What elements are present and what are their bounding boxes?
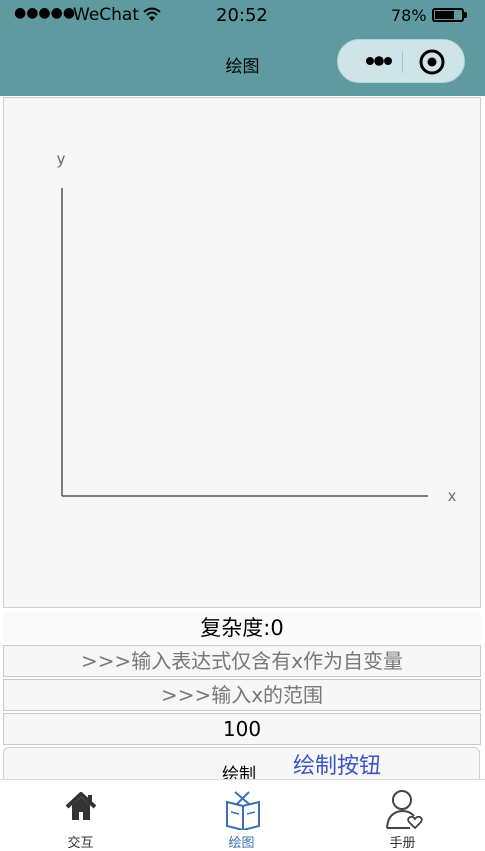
home-icon — [65, 792, 97, 820]
clock: 20:52 — [216, 5, 268, 26]
wifi-icon — [143, 6, 161, 26]
tab-drawing[interactable]: 绘图 — [161, 780, 322, 851]
battery-icon — [432, 8, 467, 22]
y-axis-label: y — [57, 151, 65, 168]
battery-percent: 78% — [391, 6, 427, 25]
axes-plot: y x — [57, 151, 456, 505]
tab-label: 手册 — [389, 836, 416, 851]
draw-button-annotation: 绘制按钮 — [293, 754, 382, 779]
user-heart-icon — [386, 790, 423, 830]
capsule-divider — [402, 51, 403, 73]
more-dots-icon[interactable] — [354, 50, 402, 72]
complexity-label: 复杂度:0 — [3, 612, 481, 644]
carrier-name: WeChat — [73, 5, 139, 25]
drawing-book-icon — [226, 791, 260, 830]
mini-program-capsule — [337, 39, 465, 83]
status-bar: ●●●●● WeChat 20:52 78% — [0, 0, 485, 32]
signal-strength: ●●●●● — [14, 5, 76, 21]
range-input[interactable]: >>>输入x的范围 — [3, 679, 481, 711]
tab-bar: 交互 绘图 手册 — [0, 779, 485, 851]
tab-manual[interactable]: 手册 — [322, 780, 483, 851]
range-value-input[interactable]: 100 — [3, 713, 481, 745]
close-circle-icon[interactable] — [418, 48, 446, 76]
tab-interaction[interactable]: 交互 — [0, 780, 161, 851]
tab-label: 绘图 — [228, 836, 255, 851]
expression-input[interactable]: >>>输入表达式仅含有x作为自变量 — [3, 645, 481, 677]
x-axis-label: x — [448, 488, 456, 505]
plot-canvas[interactable]: y x — [3, 97, 481, 608]
tab-label: 交互 — [67, 836, 94, 851]
navigation-bar: 绘图 — [0, 32, 485, 96]
